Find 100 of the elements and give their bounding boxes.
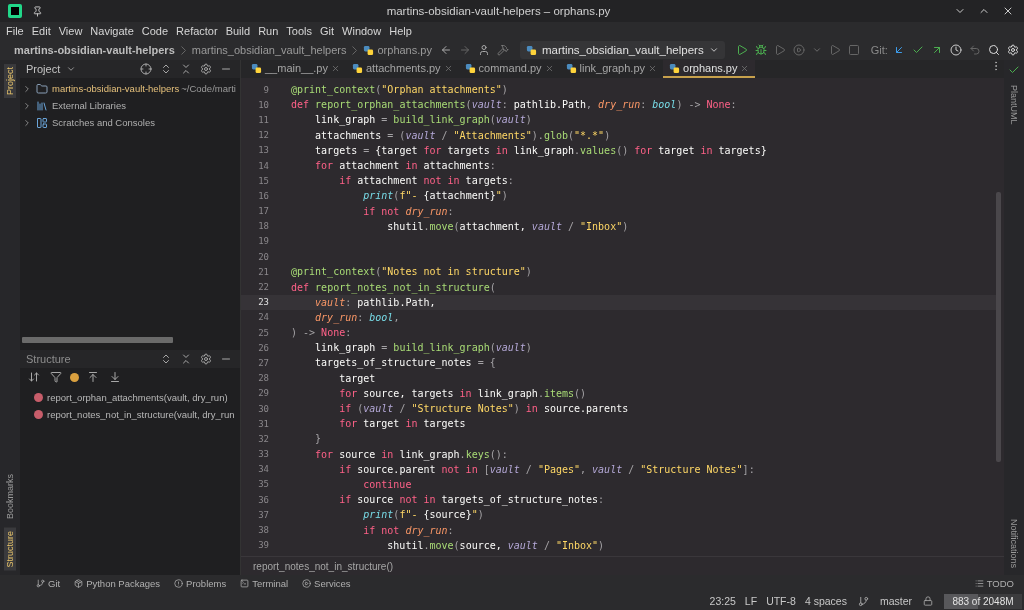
profile-button[interactable] bbox=[792, 44, 805, 56]
close-button[interactable] bbox=[1002, 5, 1014, 17]
sort-button[interactable] bbox=[28, 371, 40, 383]
inherited-button[interactable] bbox=[87, 371, 99, 383]
line-number: 24 bbox=[257, 312, 269, 323]
code-line: def report_notes_not_in_structure( bbox=[291, 281, 496, 293]
user-icon[interactable] bbox=[477, 44, 490, 56]
chevron-icon[interactable] bbox=[22, 117, 32, 128]
code-line: vault: pathlib.Path, bbox=[314, 296, 436, 308]
menu-item[interactable]: Tools bbox=[286, 25, 312, 37]
code-line: link_graph = build_link_graph(vault) bbox=[314, 114, 532, 126]
back-button[interactable] bbox=[439, 44, 452, 56]
search-button[interactable] bbox=[987, 44, 1000, 56]
tool-window-button[interactable]: Python Packages bbox=[74, 578, 161, 589]
filter-button[interactable] bbox=[50, 371, 62, 383]
expand-all-button[interactable] bbox=[160, 353, 172, 365]
menu-item[interactable]: Refactor bbox=[176, 25, 218, 37]
file-tab[interactable]: attachments.py bbox=[346, 60, 459, 78]
menu-item[interactable]: Navigate bbox=[90, 25, 134, 37]
tree-item[interactable]: External Libraries bbox=[52, 100, 126, 111]
file-tab[interactable]: command.py bbox=[458, 60, 560, 78]
caret-icon[interactable] bbox=[66, 64, 77, 74]
menu-item[interactable]: Edit bbox=[31, 25, 51, 37]
file-tab[interactable]: __main__.py bbox=[245, 60, 346, 78]
tool-window-button[interactable]: Terminal bbox=[240, 578, 289, 589]
attach-button[interactable] bbox=[828, 44, 841, 56]
menu-item[interactable]: Help bbox=[389, 25, 412, 37]
library-icon bbox=[36, 99, 48, 112]
menu-item[interactable]: Git bbox=[320, 25, 335, 37]
run-button[interactable] bbox=[735, 44, 748, 56]
code-breadcrumb[interactable]: report_notes_not_in_structure() bbox=[253, 560, 394, 572]
tool-window-button[interactable]: TODO bbox=[974, 578, 1014, 589]
lock-icon[interactable] bbox=[923, 596, 933, 606]
git-branch[interactable]: master bbox=[879, 595, 912, 607]
tool-window-tab[interactable]: Structure bbox=[4, 528, 16, 571]
tool-window-tab[interactable]: PlantUML bbox=[1008, 82, 1020, 128]
tool-window-tab[interactable]: Project bbox=[4, 64, 16, 98]
line-separator[interactable]: LF bbox=[744, 595, 758, 607]
close-icon[interactable] bbox=[648, 63, 657, 73]
rollback-button[interactable] bbox=[968, 44, 981, 56]
tool-window-button[interactable]: Git bbox=[36, 578, 61, 589]
history-button[interactable] bbox=[949, 44, 962, 56]
scrollbar-thumb[interactable] bbox=[22, 337, 174, 343]
memory-indicator[interactable]: 883 of 2048M bbox=[944, 593, 1022, 609]
chevron-icon[interactable] bbox=[22, 83, 32, 94]
menu-item[interactable]: Run bbox=[258, 25, 279, 37]
tool-window-tab[interactable]: Bookmarks bbox=[4, 471, 16, 523]
menu-item[interactable]: Window bbox=[342, 25, 382, 37]
services-icon bbox=[302, 579, 312, 588]
problems-icon bbox=[174, 579, 184, 588]
menu-item[interactable]: File bbox=[6, 25, 24, 37]
close-icon[interactable] bbox=[740, 63, 750, 73]
caret-position[interactable]: 23:25 bbox=[709, 595, 736, 607]
scroll-from-source-button[interactable] bbox=[109, 371, 121, 383]
collapse-all-button[interactable] bbox=[180, 63, 192, 75]
check-icon bbox=[1008, 64, 1020, 76]
breadcrumb-item[interactable]: orphans.py bbox=[377, 44, 432, 56]
code-line: dry_run: bool, bbox=[314, 311, 400, 323]
close-icon[interactable] bbox=[443, 63, 453, 73]
tool-window-button[interactable]: Problems bbox=[174, 578, 227, 589]
structure-item[interactable]: report_notes_not_in_structure(vault, dry_run bbox=[47, 409, 235, 420]
pin-icon[interactable] bbox=[32, 5, 43, 17]
file-tab[interactable]: link_graph.py bbox=[559, 60, 663, 78]
structure-item[interactable]: report_orphan_attachments(vault, dry_run) bbox=[47, 392, 228, 403]
debug-button[interactable] bbox=[754, 44, 767, 56]
code-line: } bbox=[314, 433, 322, 445]
field-filter-button[interactable] bbox=[70, 372, 79, 382]
tool-window-button[interactable]: Services bbox=[302, 578, 351, 589]
tree-item[interactable]: Scratches and Consoles bbox=[52, 117, 155, 128]
coverage-button[interactable] bbox=[773, 44, 786, 56]
run-configuration-dropdown[interactable]: martins_obsidian_vault_helpers bbox=[519, 41, 725, 59]
close-icon[interactable] bbox=[331, 63, 340, 73]
locate-button[interactable] bbox=[140, 63, 152, 75]
breadcrumb-item[interactable]: martins_obsidian_vault_helpers bbox=[191, 44, 347, 56]
scrollbar-thumb[interactable] bbox=[996, 192, 1001, 462]
hammer-icon[interactable] bbox=[496, 44, 509, 56]
tool-window-tab[interactable]: Notifications bbox=[1008, 515, 1020, 571]
file-encoding[interactable]: UTF-8 bbox=[766, 595, 796, 607]
line-number: 27 bbox=[257, 357, 269, 368]
indent-setting[interactable]: 4 spaces bbox=[804, 595, 847, 607]
commit-button[interactable] bbox=[911, 44, 924, 56]
menu-item[interactable]: View bbox=[58, 25, 83, 37]
expand-all-button[interactable] bbox=[160, 63, 172, 75]
line-number: 39 bbox=[257, 540, 269, 551]
settings-button[interactable] bbox=[200, 63, 212, 75]
collapse-all-button[interactable] bbox=[180, 353, 192, 365]
breadcrumb-item[interactable]: martins-obsidian-vault-helpers bbox=[14, 44, 175, 56]
caret-icon[interactable] bbox=[811, 45, 822, 55]
close-icon[interactable] bbox=[544, 63, 554, 73]
line-number: 30 bbox=[257, 403, 269, 414]
stop-button[interactable] bbox=[847, 44, 860, 56]
line-number: 13 bbox=[257, 145, 269, 156]
settings-button[interactable] bbox=[200, 353, 212, 365]
menu-item[interactable]: Code bbox=[141, 25, 169, 37]
file-tab[interactable]: orphans.py bbox=[663, 60, 756, 78]
menu-item[interactable]: Build bbox=[225, 25, 251, 37]
tree-item[interactable]: martins-obsidian-vault-helpers bbox=[52, 83, 180, 94]
chevron-icon[interactable] bbox=[22, 100, 32, 111]
panel-title[interactable]: Project bbox=[26, 63, 61, 75]
line-number: 36 bbox=[257, 494, 269, 505]
